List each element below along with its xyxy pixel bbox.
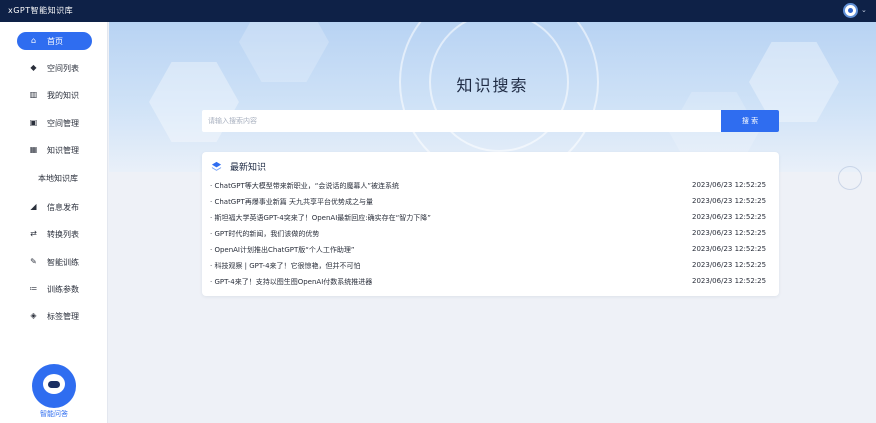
sidebar-item-home[interactable]: ⌂ 首页 bbox=[17, 32, 92, 50]
sidebar-item-label: 首页 bbox=[47, 37, 63, 46]
sidebar-item-spaces[interactable]: ◆ 空间列表 bbox=[17, 59, 92, 77]
latest-knowledge-card: 最新知识 · ChatGPT等大模型带来新职业，“会说话的魔幕人”被连系统 20… bbox=[202, 152, 779, 296]
sidebar-item-publish[interactable]: ◢ 信息发布 bbox=[17, 198, 92, 216]
news-date: 2023/06/23 12:52:25 bbox=[692, 181, 767, 189]
news-date: 2023/06/23 12:52:25 bbox=[692, 261, 767, 269]
sidebar-item-training[interactable]: ✎ 智能训练 bbox=[17, 253, 92, 271]
news-item[interactable]: · OpenAI计划推出ChatGPT版“个人工作助理” 2023/06/23 … bbox=[210, 242, 772, 258]
news-date: 2023/06/23 12:52:25 bbox=[692, 277, 767, 285]
news-title[interactable]: · GPT-4来了！支持以图生图OpenAI付数系统推进器 bbox=[210, 277, 372, 287]
sidebar-item-label: 转换列表 bbox=[47, 230, 79, 239]
search-banner: 知识搜索 bbox=[109, 22, 876, 172]
news-item[interactable]: · ChatGPT等大模型带来新职业，“会说话的魔幕人”被连系统 2023/06… bbox=[210, 178, 772, 194]
assistant-robot-icon[interactable] bbox=[32, 364, 76, 408]
sidebar-item-knowledge-manage[interactable]: ▦ 知识管理 bbox=[17, 141, 92, 159]
news-item[interactable]: · 科技观察 | GPT-4来了！它很惊艳，但并不可怕 2023/06/23 1… bbox=[210, 258, 772, 274]
news-title[interactable]: · 斯坦福大学英语GPT-4突来了！OpenAI最新回应:确实存在“智力下降” bbox=[210, 213, 431, 223]
books-icon: ▥ bbox=[29, 90, 38, 99]
sidebar: ⌂ 首页 ◆ 空间列表 ▥ 我的知识 ▣ 空间管理 ▦ 知识管理 本地知识库 ◢… bbox=[0, 22, 108, 423]
card-title: 最新知识 bbox=[230, 163, 267, 173]
news-title[interactable]: · ChatGPT再爆事业新篇 天九共享平台优势成之与量 bbox=[210, 197, 373, 207]
tag-icon: ◈ bbox=[30, 311, 37, 320]
news-title[interactable]: · 科技观察 | GPT-4来了！它很惊艳，但并不可怕 bbox=[210, 261, 361, 271]
manage-icon: ▣ bbox=[29, 118, 38, 127]
page-title: 知识搜索 bbox=[456, 76, 529, 95]
news-title[interactable]: · ChatGPT等大模型带来新职业，“会说话的魔幕人”被连系统 bbox=[210, 181, 399, 191]
news-item[interactable]: · GPT-4来了！支持以图生图OpenAI付数系统推进器 2023/06/23… bbox=[210, 274, 772, 290]
sidebar-item-params[interactable]: ≔ 训练参数 bbox=[17, 280, 92, 298]
grid-icon: ▦ bbox=[29, 145, 38, 154]
sidebar-item-my-knowledge[interactable]: ▥ 我的知识 bbox=[17, 86, 92, 104]
news-date: 2023/06/23 12:52:25 bbox=[692, 245, 767, 253]
assistant-label[interactable]: 智能问答 bbox=[22, 409, 86, 419]
sidebar-item-label: 标签管理 bbox=[47, 312, 79, 321]
layers-icon bbox=[211, 161, 222, 171]
sidebar-item-label: 我的知识 bbox=[47, 91, 79, 100]
top-bar: xGPT智能知识库 ⌄ bbox=[0, 0, 876, 22]
sidebar-item-convert-list[interactable]: ⇄ 转换列表 bbox=[17, 225, 92, 243]
sidebar-item-label: 训练参数 bbox=[47, 285, 79, 294]
sidebar-item-tags[interactable]: ◈ 标签管理 bbox=[17, 307, 92, 325]
search-button[interactable]: 搜 索 bbox=[721, 110, 779, 132]
sidebar-item-label: 知识管理 bbox=[47, 146, 79, 155]
swap-icon: ⇄ bbox=[30, 229, 37, 238]
news-title[interactable]: · OpenAI计划推出ChatGPT版“个人工作助理” bbox=[210, 245, 355, 255]
circle-decoration bbox=[838, 166, 862, 190]
app-title: xGPT智能知识库 bbox=[8, 6, 74, 15]
space-icon: ◆ bbox=[30, 63, 37, 72]
send-icon: ◢ bbox=[30, 202, 37, 211]
sidebar-item-space-manage[interactable]: ▣ 空间管理 bbox=[17, 114, 92, 132]
news-date: 2023/06/23 12:52:25 bbox=[692, 229, 767, 237]
news-item[interactable]: · 斯坦福大学英语GPT-4突来了！OpenAI最新回应:确实存在“智力下降” … bbox=[210, 210, 772, 226]
train-icon: ✎ bbox=[30, 257, 37, 266]
news-item[interactable]: · ChatGPT再爆事业新篇 天九共享平台优势成之与量 2023/06/23 … bbox=[210, 194, 772, 210]
sidebar-item-label: 智能训练 bbox=[47, 258, 79, 267]
search-input[interactable] bbox=[202, 110, 721, 132]
news-date: 2023/06/23 12:52:25 bbox=[692, 197, 767, 205]
user-avatar-icon[interactable] bbox=[843, 3, 858, 18]
sidebar-item-label: 空间列表 bbox=[47, 64, 79, 73]
sidebar-subitem-local-kb[interactable]: 本地知识库 bbox=[38, 173, 98, 189]
params-icon: ≔ bbox=[29, 284, 38, 293]
sidebar-item-label: 信息发布 bbox=[47, 203, 79, 212]
home-icon: ⌂ bbox=[30, 36, 37, 45]
news-item[interactable]: · GPT时代的新闻，我们该做的优势 2023/06/23 12:52:25 bbox=[210, 226, 772, 242]
news-date: 2023/06/23 12:52:25 bbox=[692, 213, 767, 221]
sidebar-item-label: 空间管理 bbox=[47, 119, 79, 128]
chevron-down-icon[interactable]: ⌄ bbox=[861, 6, 867, 14]
news-title[interactable]: · GPT时代的新闻，我们该做的优势 bbox=[210, 229, 319, 239]
